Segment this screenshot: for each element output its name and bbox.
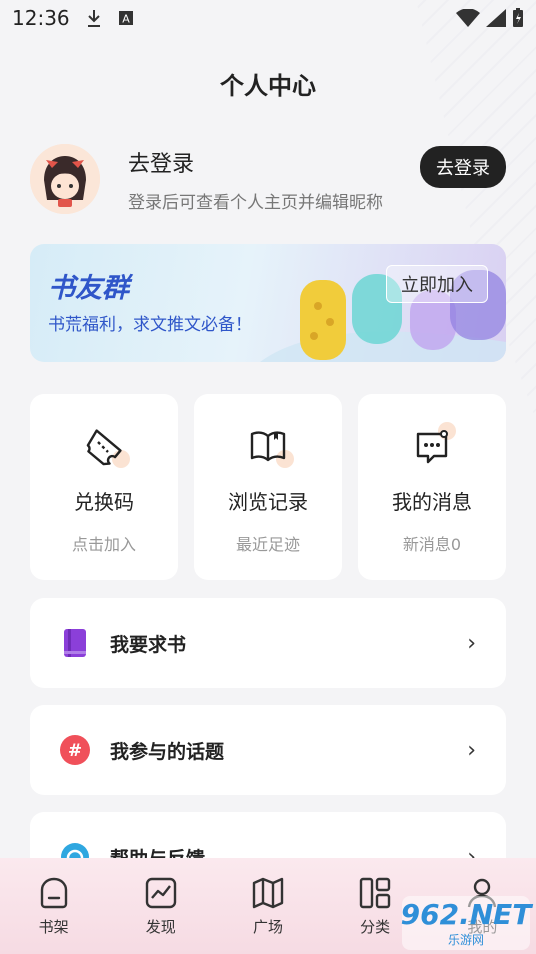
tab-square[interactable]: 广场 (228, 876, 308, 937)
hashtag-icon: # (60, 735, 90, 765)
watermark-text: 乐游网 (447, 933, 484, 947)
login-button[interactable]: 去登录 (420, 146, 506, 188)
download-icon (87, 10, 100, 27)
history-card[interactable]: 浏览记录 最近足迹 (194, 394, 342, 580)
banner-artwork (260, 270, 506, 362)
site-watermark: 962.NET 乐游网 (400, 896, 532, 950)
message-icon (412, 422, 456, 466)
tab-square-label: 广场 (252, 918, 283, 936)
request-book-label: 我要求书 (110, 633, 187, 656)
quick-actions: 兑换码 点击加入 浏览记录 最近足迹 我的消息 新消息0 (30, 394, 506, 580)
history-sub: 最近足迹 (235, 535, 300, 554)
status-bar: 12:36 A (0, 0, 536, 36)
chevron-right-icon: › (467, 630, 476, 656)
my-topics-row[interactable]: # 我参与的话题 › (30, 705, 506, 795)
messages-card[interactable]: 我的消息 新消息0 (358, 394, 506, 580)
book-icon (248, 426, 294, 468)
tab-bookshelf[interactable]: 书架 (14, 876, 94, 937)
my-topics-label: 我参与的话题 (110, 740, 225, 763)
request-book-row[interactable]: 我要求书 › (30, 598, 506, 688)
ticket-icon (84, 426, 130, 468)
messages-sub: 新消息0 (402, 535, 462, 554)
avatar[interactable] (30, 144, 100, 214)
tab-category-label: 分类 (360, 918, 391, 936)
join-now-button[interactable]: 立即加入 (386, 265, 488, 303)
wifi-icon (456, 9, 480, 27)
history-label: 浏览记录 (228, 490, 308, 514)
login-prompt[interactable]: 去登录 (128, 146, 383, 178)
battery-icon (513, 8, 523, 27)
banner-title: 书友群 (48, 273, 129, 304)
bottom-tab-bar: 书架 发现 广场 分类 我的 962.NET 乐游网 (0, 858, 536, 954)
font-icon: A (118, 11, 133, 26)
chevron-right-icon: › (467, 737, 476, 763)
login-hint: 登录后可查看个人主页并编辑昵称 (128, 192, 383, 213)
reader-group-banner[interactable]: 书友群 书荒福利，求文推文必备！ 立即加入 (30, 244, 506, 362)
grid-icon (359, 877, 391, 909)
messages-label: 我的消息 (392, 490, 472, 514)
signal-icon (486, 9, 506, 27)
bookshelf-icon (40, 877, 67, 909)
page-title: 个人中心 (220, 72, 316, 100)
redeem-code-label: 兑换码 (74, 490, 134, 514)
watermark-number: 962.NET (400, 898, 532, 931)
profile-section: 去登录 登录后可查看个人主页并编辑昵称 去登录 (30, 142, 506, 216)
status-time: 12:36 (12, 6, 70, 30)
svg-text:A: A (122, 13, 130, 26)
redeem-code-sub: 点击加入 (71, 535, 136, 554)
svg-text:#: # (68, 741, 82, 761)
book-request-icon (60, 628, 90, 658)
tab-discover-label: 发现 (145, 918, 176, 936)
tab-bookshelf-label: 书架 (38, 918, 69, 936)
banner-subtitle: 书荒福利，求文推文必备！ (48, 315, 252, 335)
map-icon (252, 877, 284, 909)
redeem-code-card[interactable]: 兑换码 点击加入 (30, 394, 178, 580)
trend-icon (145, 877, 176, 909)
tab-discover[interactable]: 发现 (121, 876, 201, 937)
